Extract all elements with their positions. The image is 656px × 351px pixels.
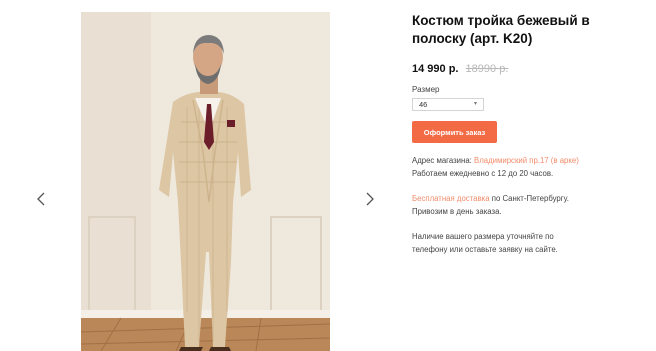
order-button[interactable]: Оформить заказ [412,121,497,143]
price-row: 14 990 р. 18990 р. [412,62,644,76]
product-info: Костюм тройка бежевый в полоску (арт. K2… [412,12,644,256]
gallery-prev-button[interactable] [33,189,49,209]
product-title: Костюм тройка бежевый в полоску (арт. K2… [412,13,590,46]
suit-model-image [81,12,330,351]
delivery-link[interactable]: Бесплатная доставка [412,194,490,203]
current-price: 14 990 р. [412,63,459,75]
chevron-left-icon [37,192,45,206]
old-price: 18990 р. [465,63,509,75]
chevron-right-icon [366,192,374,206]
size-select-value: 46 [419,100,428,109]
store-address: Адрес магазина: Владимирский пр.17 (в ар… [412,155,644,168]
size-label: Размер [412,85,440,94]
availability-note: Наличие вашего размера уточняйте по теле… [412,232,558,254]
chevron-down-icon: ▾ [473,101,477,107]
delivery-info: Бесплатная доставка по Санкт-Петербургу.… [412,193,644,218]
store-hours: Работаем ежедневно с 12 до 20 часов. [412,168,554,178]
delivery-line: Бесплатная доставка по Санкт-Петербургу. [412,193,644,206]
delivery-text: по Санкт-Петербургу. [489,194,569,203]
store-info: Адрес магазина: Владимирский пр.17 (в ар… [412,155,644,180]
store-address-link[interactable]: Владимирский пр.17 (в арке) [474,156,579,165]
product-gallery [0,0,400,351]
delivery-line2: Привозим в день заказа. [412,206,502,216]
product-photo [81,12,330,351]
size-select[interactable]: 46 ▾ [412,98,484,111]
store-address-prefix: Адрес магазина: [412,156,475,165]
gallery-next-button[interactable] [362,189,378,209]
